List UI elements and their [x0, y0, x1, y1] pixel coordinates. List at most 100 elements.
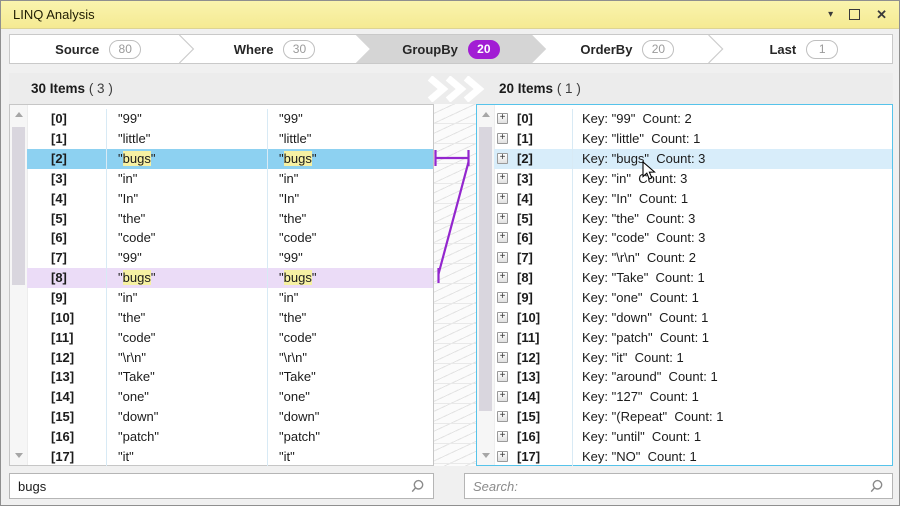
- item-index: [3]: [508, 171, 572, 186]
- left-list-item[interactable]: [6]"code""code": [27, 228, 433, 248]
- group-key-count: Key: "it" Count: 1: [572, 347, 892, 367]
- right-list-item[interactable]: +[9]Key: "one" Count: 1: [494, 288, 892, 308]
- expand-icon[interactable]: +: [497, 332, 508, 343]
- right-list-item[interactable]: +[11]Key: "patch" Count: 1: [494, 327, 892, 347]
- pipeline-step-source[interactable]: Source80: [10, 35, 186, 63]
- right-list-item[interactable]: +[3]Key: "in" Count: 3: [494, 169, 892, 189]
- left-list-item[interactable]: [11]"code""code": [27, 327, 433, 347]
- item-index: [6]: [508, 230, 572, 245]
- item-index: [1]: [508, 131, 572, 146]
- right-list-item[interactable]: +[13]Key: "around" Count: 1: [494, 367, 892, 387]
- group-key-count: Key: "down" Count: 1: [572, 307, 892, 327]
- item-index: [1]: [27, 131, 106, 146]
- left-list-item[interactable]: [17]"it""it": [27, 446, 433, 466]
- expand-icon[interactable]: +: [497, 371, 508, 382]
- expand-icon[interactable]: +: [497, 391, 508, 402]
- linq-analysis-window: LINQ Analysis ▾ ✕ Source80Where30GroupBy…: [0, 0, 900, 506]
- left-list-item[interactable]: [5]"the""the": [27, 208, 433, 228]
- expand-icon[interactable]: +: [497, 451, 508, 462]
- right-list-item[interactable]: +[7]Key: "\r\n" Count: 2: [494, 248, 892, 268]
- right-list-item[interactable]: +[14]Key: "127" Count: 1: [494, 387, 892, 407]
- right-list-item[interactable]: +[4]Key: "In" Count: 1: [494, 188, 892, 208]
- expand-icon[interactable]: +: [497, 431, 508, 442]
- pipeline-step-last[interactable]: Last1: [716, 35, 892, 63]
- left-list-item[interactable]: [7]"99""99": [27, 248, 433, 268]
- left-list-item[interactable]: [3]"in""in": [27, 169, 433, 189]
- group-key-count: Key: "Take" Count: 1: [572, 268, 892, 288]
- expand-icon[interactable]: +: [497, 411, 508, 422]
- cell-value: "the": [267, 208, 433, 228]
- item-index: [11]: [27, 330, 106, 345]
- left-list-item[interactable]: [8]"bugs""bugs": [27, 268, 433, 288]
- left-panel-header: 30 Items ( 3 ): [31, 73, 113, 104]
- maximize-icon[interactable]: [849, 9, 860, 20]
- search-icon[interactable]: [869, 479, 884, 494]
- window-menu-icon[interactable]: ▾: [828, 9, 833, 20]
- right-list-item[interactable]: +[12]Key: "it" Count: 1: [494, 347, 892, 367]
- right-scrollbar[interactable]: [477, 105, 495, 465]
- expand-icon[interactable]: +: [497, 312, 508, 323]
- mouse-cursor-icon: [642, 161, 656, 181]
- pipeline-step-orderby[interactable]: OrderBy20: [539, 35, 715, 63]
- left-list-item[interactable]: [4]"In""In": [27, 188, 433, 208]
- scrollbar-thumb[interactable]: [479, 127, 492, 411]
- left-list-item[interactable]: [2]"bugs""bugs": [27, 149, 433, 169]
- expand-icon[interactable]: +: [497, 153, 508, 164]
- right-list-item[interactable]: +[2]Key: "bugs" Count: 3: [494, 149, 892, 169]
- item-index: [3]: [27, 171, 106, 186]
- pipeline-step-groupby[interactable]: GroupBy20: [363, 35, 539, 63]
- expand-icon[interactable]: +: [497, 292, 508, 303]
- cell-value: "it": [106, 446, 267, 466]
- left-list-item[interactable]: [0]"99""99": [27, 109, 433, 129]
- right-list-item[interactable]: +[10]Key: "down" Count: 1: [494, 307, 892, 327]
- expand-icon[interactable]: +: [497, 252, 508, 263]
- scrollbar-thumb[interactable]: [12, 127, 25, 285]
- cell-value: "code": [267, 327, 433, 347]
- cell-value: "Take": [106, 367, 267, 387]
- item-index: [13]: [508, 369, 572, 384]
- right-list-item[interactable]: +[0]Key: "99" Count: 2: [494, 109, 892, 129]
- panel-headers-band: 30 Items ( 3 ) 20 Items ( 1 ): [9, 73, 893, 104]
- right-list-item[interactable]: +[17]Key: "NO" Count: 1: [494, 446, 892, 466]
- right-list-item[interactable]: +[8]Key: "Take" Count: 1: [494, 268, 892, 288]
- left-list-item[interactable]: [10]"the""the": [27, 307, 433, 327]
- right-list-item[interactable]: +[1]Key: "little" Count: 1: [494, 129, 892, 149]
- cell-value: "code": [106, 228, 267, 248]
- expand-icon[interactable]: +: [497, 272, 508, 283]
- left-list-item[interactable]: [12]"\r\n""\r\n": [27, 347, 433, 367]
- right-list-item[interactable]: +[5]Key: "the" Count: 3: [494, 208, 892, 228]
- expand-icon[interactable]: +: [497, 173, 508, 184]
- scroll-up-icon[interactable]: [15, 112, 23, 117]
- left-list-item[interactable]: [16]"patch""patch": [27, 427, 433, 447]
- right-list-item[interactable]: +[16]Key: "until" Count: 1: [494, 427, 892, 447]
- left-list-item[interactable]: [1]"little""little": [27, 129, 433, 149]
- left-list-item[interactable]: [15]"down""down": [27, 407, 433, 427]
- left-search-input[interactable]: [18, 479, 410, 494]
- group-key-count: Key: "In" Count: 1: [572, 188, 892, 208]
- item-index: [17]: [27, 449, 106, 464]
- scroll-up-icon[interactable]: [482, 112, 490, 117]
- right-list-item[interactable]: +[6]Key: "code" Count: 3: [494, 228, 892, 248]
- scroll-down-icon[interactable]: [482, 453, 490, 458]
- group-key-count: Key: "around" Count: 1: [572, 367, 892, 387]
- search-icon[interactable]: [410, 479, 425, 494]
- pipeline-step-count-badge: 20: [468, 40, 500, 59]
- close-icon[interactable]: ✕: [876, 7, 887, 23]
- expand-icon[interactable]: +: [497, 133, 508, 144]
- right-search-input[interactable]: [473, 479, 869, 494]
- right-list-item[interactable]: +[15]Key: "(Repeat" Count: 1: [494, 407, 892, 427]
- left-list-item[interactable]: [9]"in""in": [27, 288, 433, 308]
- item-index: [14]: [508, 389, 572, 404]
- scroll-down-icon[interactable]: [15, 453, 23, 458]
- title-bar[interactable]: LINQ Analysis ▾ ✕: [1, 1, 899, 29]
- expand-icon[interactable]: +: [497, 232, 508, 243]
- expand-icon[interactable]: +: [497, 213, 508, 224]
- pipeline-step-where[interactable]: Where30: [186, 35, 362, 63]
- left-list-item[interactable]: [14]"one""one": [27, 387, 433, 407]
- expand-icon[interactable]: +: [497, 352, 508, 363]
- left-scrollbar[interactable]: [10, 105, 28, 465]
- expand-icon[interactable]: +: [497, 193, 508, 204]
- expand-icon[interactable]: +: [497, 113, 508, 124]
- left-list-item[interactable]: [13]"Take""Take": [27, 367, 433, 387]
- item-index: [9]: [508, 290, 572, 305]
